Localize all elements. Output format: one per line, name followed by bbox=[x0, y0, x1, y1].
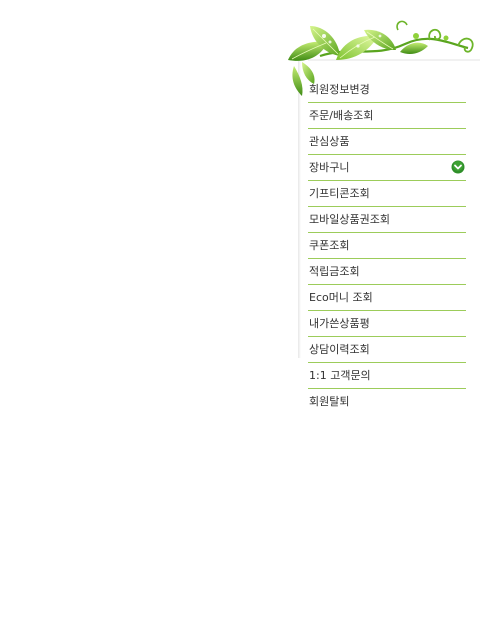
menu-item-label: 장바구니 bbox=[309, 161, 350, 174]
menu-item-points[interactable]: 적립금조회 bbox=[308, 259, 466, 285]
menu-item-consultation-history[interactable]: 상담이력조회 bbox=[308, 337, 466, 363]
menu-item-label: 모바일상품권조회 bbox=[309, 213, 390, 226]
panel-shadow bbox=[298, 58, 301, 358]
menu-item-label: 회원탈퇴 bbox=[309, 395, 350, 408]
menu-item-label: 주문/배송조회 bbox=[309, 109, 374, 122]
menu-item-coupon[interactable]: 쿠폰조회 bbox=[308, 233, 466, 259]
chevron-down-circle-icon[interactable] bbox=[451, 160, 465, 174]
menu-item-label: 쿠폰조회 bbox=[309, 239, 350, 252]
mypage-dropdown-panel: 회원정보변경 주문/배송조회 관심상품 장바구니 기프티콘조회 모바일상품권조회… bbox=[280, 16, 495, 416]
menu-item-label: 1:1 고객문의 bbox=[309, 369, 371, 382]
menu-item-eco-money[interactable]: Eco머니 조회 bbox=[308, 285, 466, 311]
menu-item-one-on-one-inquiry[interactable]: 1:1 고객문의 bbox=[308, 363, 466, 389]
menu-item-label: 적립금조회 bbox=[309, 265, 360, 278]
menu-item-label: 내가쓴상품평 bbox=[309, 317, 370, 330]
mypage-menu-list: 회원정보변경 주문/배송조회 관심상품 장바구니 기프티콘조회 모바일상품권조회… bbox=[308, 77, 466, 414]
menu-item-label: Eco머니 조회 bbox=[309, 291, 373, 304]
menu-item-wishlist[interactable]: 관심상품 bbox=[308, 129, 466, 155]
menu-item-label: 기프티콘조회 bbox=[309, 187, 370, 200]
menu-item-gifticon[interactable]: 기프티콘조회 bbox=[308, 181, 466, 207]
menu-item-label: 회원정보변경 bbox=[309, 83, 370, 96]
menu-item-cart[interactable]: 장바구니 bbox=[308, 155, 466, 181]
menu-item-label: 관심상품 bbox=[309, 135, 350, 148]
menu-item-member-info-edit[interactable]: 회원정보변경 bbox=[308, 77, 466, 103]
menu-item-label: 상담이력조회 bbox=[309, 343, 370, 356]
menu-item-my-reviews[interactable]: 내가쓴상품평 bbox=[308, 311, 466, 337]
menu-item-mobile-voucher[interactable]: 모바일상품권조회 bbox=[308, 207, 466, 233]
menu-item-order-delivery[interactable]: 주문/배송조회 bbox=[308, 103, 466, 129]
menu-item-withdraw[interactable]: 회원탈퇴 bbox=[308, 389, 466, 414]
